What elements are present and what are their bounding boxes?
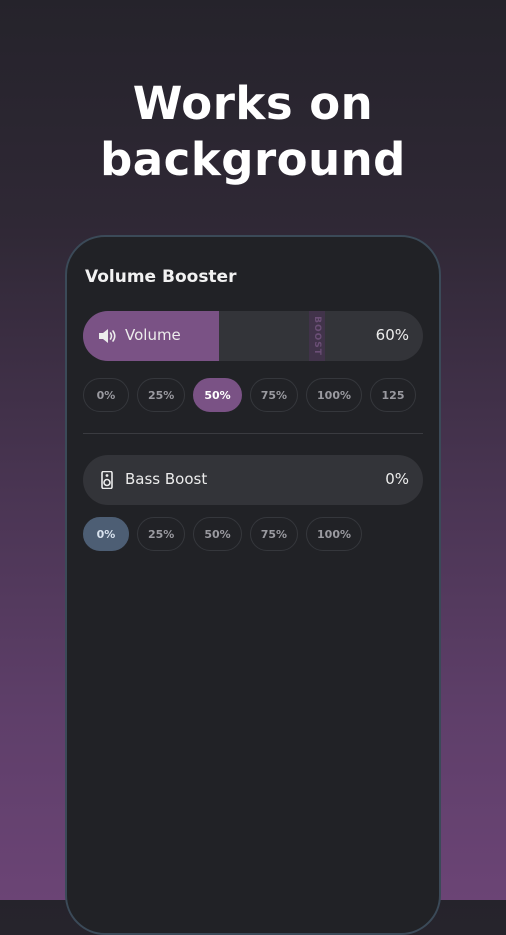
bass-boost-value: 0%	[385, 470, 409, 488]
volume-preset-chip[interactable]: 50%	[193, 378, 242, 412]
bass-boost-slider[interactable]: Bass Boost 0%	[83, 455, 423, 505]
bass-preset-chip[interactable]: 25%	[137, 517, 186, 551]
volume-presets: 0% 25% 50% 75% 100% 125	[83, 378, 433, 414]
bass-preset-chip[interactable]: 75%	[249, 517, 299, 551]
volume-label: Volume	[125, 326, 181, 344]
bass-preset-chip[interactable]: 50%	[193, 517, 242, 551]
boost-label: BOOST	[312, 316, 322, 356]
boost-marker: BOOST	[309, 311, 325, 361]
bass-preset-chip[interactable]: 0%	[83, 517, 129, 551]
volume-preset-chip[interactable]: 25%	[137, 378, 186, 412]
bass-presets: 0% 25% 50% 75% 100%	[83, 517, 433, 553]
headline-line-2: background	[100, 133, 406, 186]
volume-preset-chip[interactable]: 100%	[306, 378, 363, 412]
bass-boost-label: Bass Boost	[125, 470, 208, 488]
volume-preset-chip[interactable]: 125	[370, 378, 417, 412]
speaker-icon	[99, 329, 116, 343]
volume-preset-chip[interactable]: 0%	[83, 378, 129, 412]
headline-line-1: Works on	[132, 77, 374, 130]
speaker-box-icon	[101, 471, 113, 489]
volume-value: 60%	[375, 326, 409, 344]
app-title: Volume Booster	[85, 267, 237, 287]
volume-slider[interactable]: BOOST Volume 60%	[83, 311, 423, 361]
bass-preset-chip[interactable]: 100%	[306, 517, 363, 551]
phone-frame: Volume Booster BOOST Volume 60% 0% 25% 50%…	[65, 235, 441, 935]
section-divider	[83, 433, 423, 434]
headline: Works on background	[0, 76, 506, 188]
volume-preset-chip[interactable]: 75%	[249, 378, 299, 412]
